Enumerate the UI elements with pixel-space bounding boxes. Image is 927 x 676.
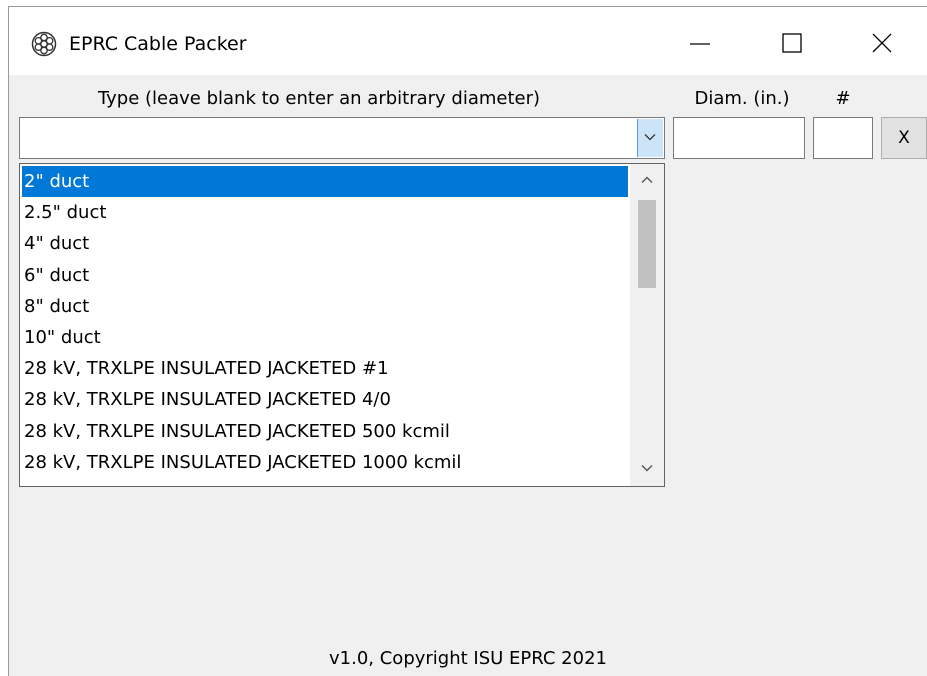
count-input[interactable] xyxy=(813,117,873,159)
chevron-up-icon xyxy=(641,176,653,183)
dropdown-item[interactable]: 28 kV, TRXLPE INSULATED JACKETED 1000 kc… xyxy=(22,447,628,478)
diameter-input[interactable] xyxy=(673,117,805,159)
type-dropdown-list[interactable]: 2" duct 2.5" duct 4" duct 6" duct 8" duc… xyxy=(19,163,665,487)
diameter-label: Diam. (in.) xyxy=(694,88,790,109)
count-label: # xyxy=(835,88,851,109)
scroll-down-button[interactable] xyxy=(630,452,664,486)
dropdown-scrollbar[interactable] xyxy=(630,164,664,486)
cable-bundle-icon xyxy=(31,31,57,57)
remove-row-button[interactable]: X xyxy=(881,117,927,159)
scroll-up-button[interactable] xyxy=(630,164,664,198)
type-combobox[interactable] xyxy=(19,117,665,159)
dropdown-item[interactable]: 28 kV, TRXLPE INSULATED JACKETED 4/0 xyxy=(22,384,628,415)
copyright-footer: v1.0, Copyright ISU EPRC 2021 xyxy=(329,648,607,669)
chevron-down-icon xyxy=(641,465,653,472)
dropdown-item[interactable]: 8" duct xyxy=(22,291,628,322)
dropdown-item[interactable]: 2" duct xyxy=(22,166,628,198)
type-label: Type (leave blank to enter an arbitrary … xyxy=(97,88,541,109)
close-icon xyxy=(872,33,892,53)
close-button[interactable] xyxy=(859,21,905,65)
minimize-button[interactable] xyxy=(677,21,723,65)
app-window: EPRC Cable Packer Type (leave blank to e… xyxy=(8,6,927,676)
dropdown-item[interactable]: 2.5" duct xyxy=(22,197,628,228)
dropdown-item[interactable]: 6" duct xyxy=(22,260,628,291)
chevron-down-icon xyxy=(644,134,656,141)
maximize-icon xyxy=(782,33,802,53)
dropdown-items: 2" duct 2.5" duct 4" duct 6" duct 8" duc… xyxy=(22,166,628,478)
dropdown-item[interactable]: 28 kV, TRXLPE INSULATED JACKETED #1 xyxy=(22,353,628,384)
window-title: EPRC Cable Packer xyxy=(69,33,247,55)
title-bar[interactable]: EPRC Cable Packer xyxy=(9,7,927,75)
dropdown-item[interactable]: 4" duct xyxy=(22,228,628,259)
dropdown-item[interactable]: 10" duct xyxy=(22,322,628,353)
minimize-icon xyxy=(690,43,710,45)
type-dropdown-button[interactable] xyxy=(637,119,663,157)
maximize-button[interactable] xyxy=(769,21,815,65)
scroll-thumb[interactable] xyxy=(638,200,656,288)
dropdown-item[interactable]: 28 kV, TRXLPE INSULATED JACKETED 500 kcm… xyxy=(22,416,628,447)
type-input[interactable] xyxy=(20,118,630,158)
